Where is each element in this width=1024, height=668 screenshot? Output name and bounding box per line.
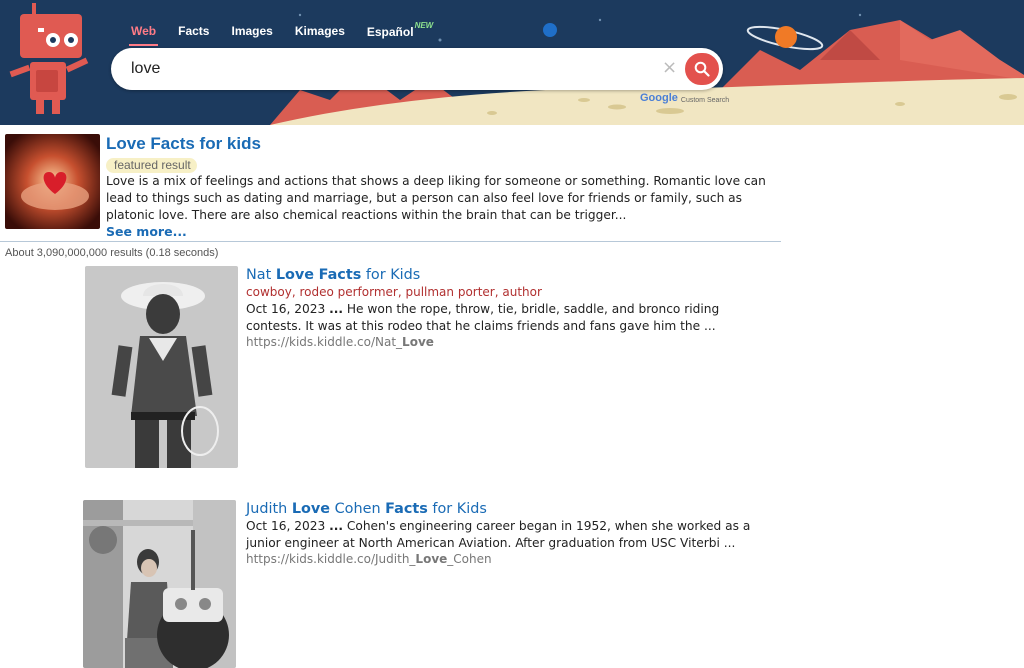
title-bold-text: Facts (318, 267, 362, 283)
featured-result-badge: featured result (106, 158, 197, 173)
featured-result-image[interactable] (5, 134, 100, 229)
featured-result-snippet: Love is a mix of feelings and actions th… (106, 174, 766, 222)
result-title-link[interactable]: Judith Love Cohen Facts for Kids (246, 500, 776, 518)
google-custom-search-label: Google Custom Search (640, 92, 729, 104)
result-thumbnail[interactable] (83, 500, 236, 668)
url-bold-text: Love (402, 335, 434, 349)
result-ellipsis: ... (329, 519, 343, 533)
title-text: for Kids (361, 267, 421, 283)
new-badge: NEW (414, 21, 434, 30)
result-stats: About 3,090,000,000 results (0.18 second… (5, 247, 219, 259)
result-url: https://kids.kiddle.co/Judith_Love_Cohen (246, 551, 776, 568)
url-text: https://kids.kiddle.co/Judith_ (246, 552, 416, 566)
search-input[interactable] (131, 57, 651, 81)
search-box: × (111, 48, 723, 90)
tab-espanol[interactable]: EspañolNEW (366, 21, 434, 39)
tab-web[interactable]: Web (128, 24, 159, 46)
google-logo: Google (640, 92, 678, 104)
result-snippet: Oct 16, 2023 ... Cohen's engineering car… (246, 518, 776, 551)
url-bold-text: Love (415, 552, 448, 566)
result-snippet: Oct 16, 2023 ... He won the rope, throw,… (246, 301, 776, 334)
search-button[interactable] (682, 50, 722, 88)
result-date: Oct 16, 2023 (246, 302, 326, 316)
featured-result-title[interactable]: Love Facts for kids (106, 134, 781, 154)
title-text: Judith (246, 501, 292, 517)
header-banner: Web Facts Images Kimages EspañolNEW × Go… (0, 0, 1024, 125)
result-ellipsis: ... (329, 302, 343, 316)
result-content: Judith Love Cohen Facts for Kids Oct 16,… (246, 500, 776, 568)
title-bold-text: Facts (385, 501, 428, 517)
title-text: Cohen (330, 501, 386, 517)
url-text: https://kids.kiddle.co/Nat_ (246, 335, 403, 349)
featured-result-content: Love Facts for kids featured result Love… (106, 134, 781, 240)
results-divider (0, 241, 781, 242)
result-title-link[interactable]: Nat Love Facts for Kids (246, 266, 776, 284)
result-url: https://kids.kiddle.co/Nat_Love (246, 334, 776, 351)
result-subtitle: cowboy, rodeo performer, pullman porter,… (246, 285, 542, 299)
result-thumbnail[interactable] (85, 266, 238, 468)
tab-facts[interactable]: Facts (178, 24, 209, 39)
cowboy-photo (85, 266, 238, 468)
title-text: for Kids (427, 501, 487, 517)
search-type-tabs: Web Facts Images Kimages EspañolNEW (128, 21, 455, 46)
tab-kimages[interactable]: Kimages (295, 24, 345, 39)
title-bold-text: Love (275, 267, 315, 283)
see-more-link[interactable]: See more... (106, 224, 781, 240)
title-text: Nat (246, 267, 276, 283)
engineer-photo (83, 500, 236, 668)
search-icon (694, 61, 710, 77)
clear-icon[interactable]: × (662, 58, 677, 78)
result-date: Oct 16, 2023 (246, 519, 326, 533)
custom-search-text: Custom Search (680, 97, 730, 104)
tab-espanol-label: Español (366, 25, 414, 39)
title-bold-text: Love (291, 501, 331, 517)
robot-mascot-icon (9, 3, 89, 114)
result-content: Nat Love Facts for Kids cowboy, rodeo pe… (246, 266, 776, 351)
tab-images[interactable]: Images (231, 24, 272, 39)
url-text: _Cohen (447, 552, 492, 566)
heart-hands-image (5, 134, 100, 229)
